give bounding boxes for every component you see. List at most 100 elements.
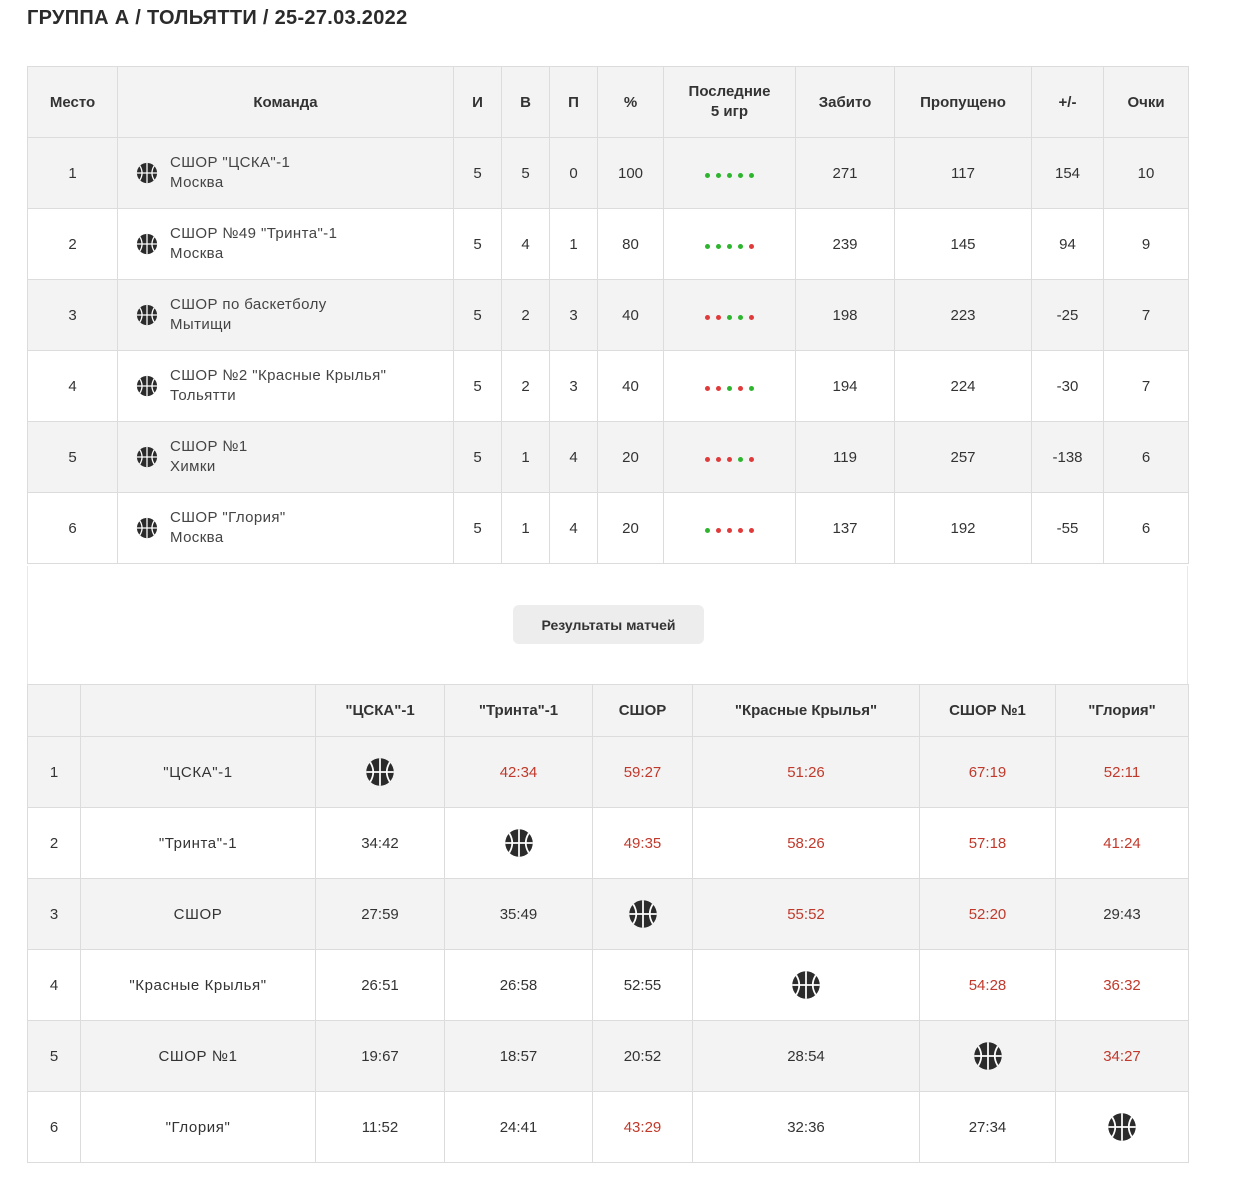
last5-cell (663, 421, 796, 493)
loss-dot (705, 314, 710, 320)
diff-cell: -138 (1031, 421, 1104, 493)
matrix-header-team: "Красные Крылья" (692, 684, 920, 737)
matrix-row-number: 6 (27, 1091, 81, 1163)
page-title: ГРУППА А / ТОЛЬЯТТИ / 25-27.03.2022 (27, 7, 408, 29)
score-cell: 55:52 (692, 878, 920, 950)
loss-dot (716, 314, 721, 320)
team-name: СШОР №1 (170, 438, 248, 455)
matrix-header-team: СШОР (592, 684, 693, 737)
team-city: Мытищи (170, 316, 232, 333)
score-cell: 43:29 (592, 1091, 693, 1163)
basketball-icon (365, 758, 395, 786)
games-cell: 5 (453, 279, 502, 351)
losses-cell: 4 (549, 492, 598, 564)
results-button[interactable]: Результаты матчей (513, 605, 704, 644)
basketball-icon (1107, 1113, 1137, 1141)
team-cell[interactable]: СШОР по баскетболу Мытищи (117, 279, 454, 351)
basketball-icon (136, 446, 158, 468)
table-row: 6 "Глория" 11:52 24:41 43:29 32:36 27:34 (27, 1091, 1189, 1163)
losses-cell: 4 (549, 421, 598, 493)
last5-cell (663, 350, 796, 422)
place-cell: 4 (27, 350, 118, 422)
win-dot (716, 172, 721, 178)
scored-cell: 239 (795, 208, 895, 280)
matrix-row-team: "ЦСКА"-1 (80, 736, 316, 808)
place-cell: 3 (27, 279, 118, 351)
table-row: 4 СШОР №2 "Красные Крылья" Тольятти 5 2 3 40 19… (27, 350, 1189, 422)
table-row: 5 СШОР №1 Химки 5 1 4 20 119 257 -138 6 (27, 421, 1189, 493)
conceded-cell: 223 (894, 279, 1032, 351)
scored-cell: 271 (795, 137, 895, 209)
losses-cell: 1 (549, 208, 598, 280)
team-name: СШОР №49 "Тринта"-1 (170, 225, 338, 242)
matrix-row-team: СШОР №1 (80, 1020, 316, 1092)
percent-cell: 20 (597, 492, 664, 564)
header-points: Очки (1103, 66, 1189, 138)
diff-cell: 154 (1031, 137, 1104, 209)
percent-cell: 20 (597, 421, 664, 493)
score-cell: 59:27 (592, 736, 693, 808)
table-row: 1 "ЦСКА"-1 42:34 59:27 51:26 67:19 52:11 (27, 736, 1189, 808)
scored-cell: 119 (795, 421, 895, 493)
win-dot (738, 456, 743, 462)
percent-cell: 80 (597, 208, 664, 280)
score-cell: 49:35 (592, 807, 693, 879)
score-cell: 52:55 (592, 949, 693, 1021)
basketball-icon (973, 1042, 1003, 1070)
team-name: СШОР "ЦСКА"-1 (170, 154, 291, 171)
games-cell: 5 (453, 492, 502, 564)
matrix-self-cell (315, 736, 445, 808)
conceded-cell: 257 (894, 421, 1032, 493)
standings-header-row: Место Команда И В П % Последние 5 игр За… (27, 66, 1189, 138)
matrix-row-team: "Тринта"-1 (80, 807, 316, 879)
scored-cell: 194 (795, 350, 895, 422)
team-cell[interactable]: СШОР "ЦСКА"-1 Москва (117, 137, 454, 209)
header-games: И (453, 66, 502, 138)
score-cell: 26:58 (444, 949, 593, 1021)
win-dot (705, 527, 710, 533)
win-dot (716, 243, 721, 249)
conceded-cell: 224 (894, 350, 1032, 422)
team-cell[interactable]: СШОР №1 Химки (117, 421, 454, 493)
team-cell[interactable]: СШОР №49 "Тринта"-1 Москва (117, 208, 454, 280)
loss-dot (716, 456, 721, 462)
score-cell: 35:49 (444, 878, 593, 950)
matrix-header-team: "Тринта"-1 (444, 684, 593, 737)
loss-dot (738, 385, 743, 391)
matrix-self-cell (592, 878, 693, 950)
win-dot (705, 172, 710, 178)
basketball-icon (628, 900, 658, 928)
matrix-header-empty (80, 684, 316, 737)
score-cell: 27:34 (919, 1091, 1056, 1163)
table-row: 4 "Красные Крылья" 26:51 26:58 52:55 54:28 36:… (27, 949, 1189, 1021)
win-dot (705, 243, 710, 249)
loss-dot (749, 456, 754, 462)
score-cell: 18:57 (444, 1020, 593, 1092)
win-dot (727, 385, 732, 391)
win-dot (738, 172, 743, 178)
standings-table: Место Команда И В П % Последние 5 игр За… (27, 66, 1189, 564)
diff-cell: -30 (1031, 350, 1104, 422)
conceded-cell: 192 (894, 492, 1032, 564)
matrix-header-team: "ЦСКА"-1 (315, 684, 445, 737)
table-row: 3 СШОР по баскетболу Мытищи 5 2 3 40 198 223 -25 7 (27, 279, 1189, 351)
matrix-header-team: СШОР №1 (919, 684, 1056, 737)
header-conceded: Пропущено (894, 66, 1032, 138)
basketball-icon (136, 517, 158, 539)
team-cell[interactable]: СШОР "Глория" Москва (117, 492, 454, 564)
basketball-icon (136, 233, 158, 255)
loss-dot (727, 456, 732, 462)
points-cell: 7 (1103, 279, 1189, 351)
team-cell[interactable]: СШОР №2 "Красные Крылья" Тольятти (117, 350, 454, 422)
last5-cell (663, 492, 796, 564)
points-cell: 10 (1103, 137, 1189, 209)
basketball-icon (791, 971, 821, 999)
matrix-header-row: "ЦСКА"-1 "Тринта"-1 СШОР "Красные Крылья" СШ… (27, 684, 1189, 737)
table-row: 2 "Тринта"-1 34:42 49:35 58:26 57:18 41:24 (27, 807, 1189, 879)
score-cell: 11:52 (315, 1091, 445, 1163)
team-city: Тольятти (170, 387, 237, 404)
team-city: Москва (170, 529, 224, 546)
matrix-self-cell (1055, 1091, 1189, 1163)
basketball-icon (504, 829, 534, 857)
header-place: Место (27, 66, 118, 138)
